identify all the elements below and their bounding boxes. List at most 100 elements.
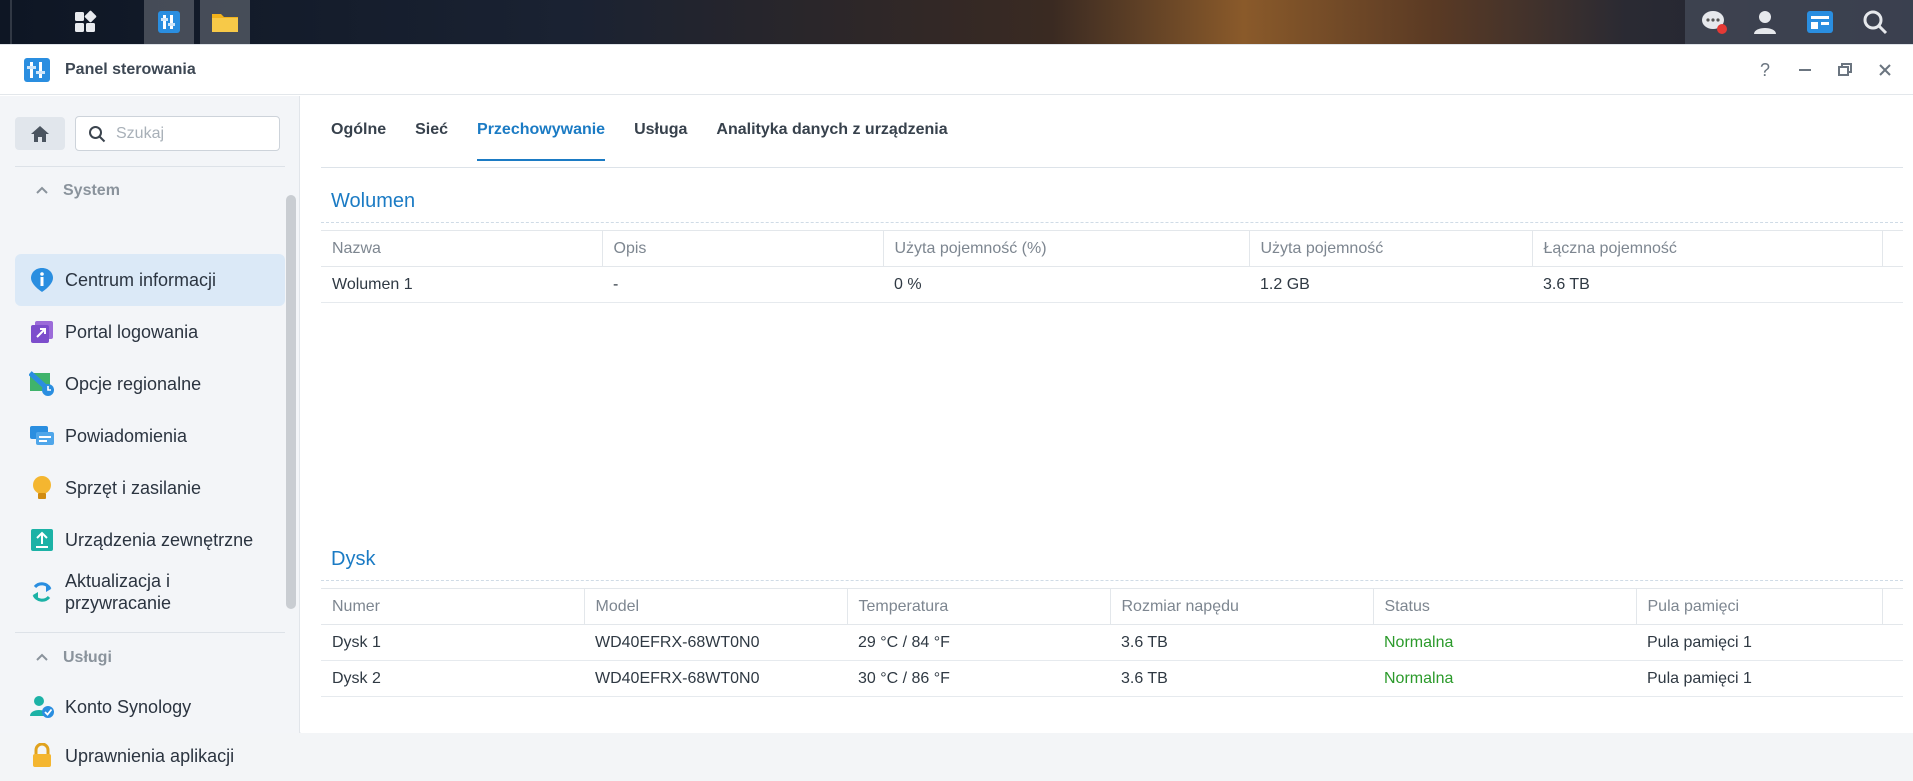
sidebar-item-synology-account[interactable]: Konto Synology xyxy=(15,681,285,733)
sidebar-item-label: Opcje regionalne xyxy=(65,374,202,394)
table-header-row: Nazwa Opis Użyta pojemność (%) Użyta poj… xyxy=(321,230,1903,267)
sidebar-item-info-center[interactable]: Centrum informacji xyxy=(15,254,285,306)
control-panel-window: Panel sterowania ? System Centrum inform… xyxy=(0,44,1913,767)
table-row[interactable]: Dysk 1 WD40EFRX-68WT0N0 29 °C / 84 °F 3.… xyxy=(321,624,1903,661)
login-portal-icon xyxy=(31,321,53,343)
search-tray-button[interactable] xyxy=(1850,0,1900,44)
column-header-spacer xyxy=(1882,588,1903,625)
control-panel-icon xyxy=(158,11,180,33)
column-header-status[interactable]: Status xyxy=(1373,588,1637,625)
sidebar-divider xyxy=(15,632,285,633)
section-divider xyxy=(321,580,1903,581)
update-restore-icon xyxy=(32,582,52,602)
sidebar-item-label: Aktualizacja i przywracanie xyxy=(65,571,172,613)
column-header-spacer xyxy=(1882,230,1903,267)
sidebar-item-hardware-power[interactable]: Sprzęt i zasilanie xyxy=(15,462,285,514)
column-header-drive-size[interactable]: Rozmiar napędu xyxy=(1110,588,1374,625)
column-header-used-percent[interactable]: Użyta pojemność (%) xyxy=(883,230,1250,267)
chevron-up-icon xyxy=(35,182,49,200)
taskbar-file-station-button[interactable] xyxy=(200,0,250,44)
tab-general[interactable]: Ogólne xyxy=(331,112,386,152)
column-header-total-capacity[interactable]: Łączna pojemność xyxy=(1532,230,1883,267)
sidebar-item-update-restore[interactable]: Aktualizacja i przywracanie xyxy=(15,566,285,618)
notifications-tray-button[interactable] xyxy=(1690,0,1740,44)
taskbar-control-panel-button[interactable] xyxy=(144,0,194,44)
cell-model: WD40EFRX-68WT0N0 xyxy=(584,660,847,697)
cell-spacer xyxy=(1882,624,1903,661)
tab-device-analytics[interactable]: Analityka danych z urządzenia xyxy=(716,112,947,152)
external-devices-icon xyxy=(31,529,53,551)
column-header-used-capacity[interactable]: Użyta pojemność xyxy=(1249,230,1533,267)
sidebar-item-app-permissions[interactable]: Uprawnienia aplikacji xyxy=(15,731,285,781)
sidebar-item-label: Sprzęt i zasilanie xyxy=(65,478,202,498)
table-row[interactable]: Wolumen 1 - 0 % 1.2 GB 3.6 TB xyxy=(321,266,1903,303)
section-header-label: Usługi xyxy=(63,649,112,666)
column-header-temperature[interactable]: Temperatura xyxy=(847,588,1111,625)
cell-spacer xyxy=(1882,660,1903,697)
cell-model: WD40EFRX-68WT0N0 xyxy=(584,624,847,661)
tab-divider xyxy=(321,167,1903,168)
restore-icon xyxy=(1838,63,1852,76)
table-row[interactable]: Dysk 2 WD40EFRX-68WT0N0 30 °C / 86 °F 3.… xyxy=(321,660,1903,697)
sidebar-item-notifications[interactable]: Powiadomienia xyxy=(15,410,285,462)
user-tray-button[interactable] xyxy=(1740,0,1790,44)
taskbar-separator xyxy=(10,0,12,44)
sidebar-item-label: Urządzenia zewnętrzne xyxy=(65,530,254,550)
tab-bar: Ogólne Sieć Przechowywanie Usługa Analit… xyxy=(331,112,977,161)
sidebar-item-login-portal[interactable]: Portal logowania xyxy=(15,306,285,358)
sidebar-divider xyxy=(15,166,285,167)
cell-temperature: 30 °C / 86 °F xyxy=(847,660,1110,697)
cell-used-percent: 0 % xyxy=(883,266,1249,303)
search-input[interactable] xyxy=(116,124,266,143)
column-header-storage-pool[interactable]: Pula pamięci xyxy=(1636,588,1883,625)
sidebar-item-label: Uprawnienia aplikacji xyxy=(65,746,235,766)
tab-storage[interactable]: Przechowywanie xyxy=(477,112,606,161)
lightbulb-icon xyxy=(33,476,51,499)
volume-section-title: Wolumen xyxy=(331,190,416,212)
user-icon xyxy=(1754,11,1776,34)
help-button[interactable]: ? xyxy=(1753,58,1777,82)
cell-status: Normalna xyxy=(1373,624,1636,661)
main-menu-button[interactable] xyxy=(60,0,110,44)
cell-number: Dysk 1 xyxy=(321,624,584,661)
window-title: Panel sterowania xyxy=(65,61,196,78)
search-field[interactable] xyxy=(75,116,280,151)
tab-network[interactable]: Sieć xyxy=(415,112,448,152)
home-icon xyxy=(31,125,49,142)
section-header-services[interactable]: Usługi xyxy=(35,649,112,667)
table-header-row: Numer Model Temperatura Rozmiar napędu S… xyxy=(321,588,1903,625)
control-panel-icon xyxy=(24,58,50,82)
cell-used-capacity: 1.2 GB xyxy=(1249,266,1532,303)
cell-storage-pool: Pula pamięci 1 xyxy=(1636,624,1882,661)
sidebar-item-label: Konto Synology xyxy=(65,697,192,717)
column-header-name[interactable]: Nazwa xyxy=(321,230,603,267)
info-icon xyxy=(31,268,53,292)
close-button[interactable] xyxy=(1873,58,1897,82)
window-titlebar[interactable]: Panel sterowania ? xyxy=(0,45,1913,95)
restore-button[interactable] xyxy=(1833,58,1857,82)
cell-status: Normalna xyxy=(1373,660,1636,697)
regional-options-icon xyxy=(29,371,54,396)
cell-drive-size: 3.6 TB xyxy=(1110,624,1373,661)
chevron-up-icon xyxy=(35,649,49,667)
tab-service[interactable]: Usługa xyxy=(634,112,687,152)
search-icon xyxy=(1863,10,1888,35)
home-button[interactable] xyxy=(15,117,65,150)
grid-icon xyxy=(75,10,97,32)
sidebar-item-regional-options[interactable]: Opcje regionalne xyxy=(15,358,285,410)
column-header-number[interactable]: Numer xyxy=(321,588,585,625)
lock-icon xyxy=(33,743,51,767)
cell-spacer xyxy=(1882,266,1903,303)
sidebar-item-external-devices[interactable]: Urządzenia zewnętrzne xyxy=(15,514,285,566)
section-header-system[interactable]: System xyxy=(35,182,120,200)
minimize-button[interactable] xyxy=(1793,58,1817,82)
column-header-model[interactable]: Model xyxy=(584,588,848,625)
cell-total-capacity: 3.6 TB xyxy=(1532,266,1882,303)
main-content: Ogólne Sieć Przechowywanie Usługa Analit… xyxy=(301,96,1913,733)
column-header-description[interactable]: Opis xyxy=(602,230,884,267)
widgets-tray-button[interactable] xyxy=(1795,0,1845,44)
volume-table: Nazwa Opis Użyta pojemność (%) Użyta poj… xyxy=(321,230,1903,303)
sidebar-scrollbar[interactable] xyxy=(286,195,296,609)
section-header-label: System xyxy=(63,182,120,199)
taskbar-tray xyxy=(1685,0,1913,44)
